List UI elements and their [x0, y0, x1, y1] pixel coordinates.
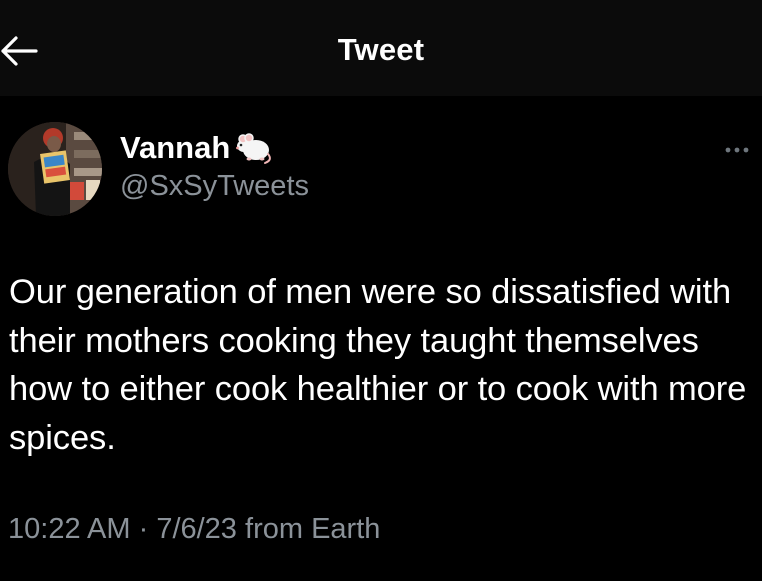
tweet-date[interactable]: 7/6/23	[156, 513, 237, 545]
more-options-button[interactable]	[718, 140, 758, 160]
author-handle[interactable]: @SxSyTweets	[120, 170, 309, 203]
page-title: Tweet	[337, 32, 425, 67]
more-horizontal-icon	[725, 147, 749, 153]
meta-separator: ·	[130, 513, 157, 545]
author-name-row: Vannah	[120, 128, 274, 168]
avatar-photo	[8, 122, 102, 216]
tweet-text: Our generation of men were so dissatisfi…	[9, 273, 747, 457]
tweet-metadata: 10:22 AM · 7/6/23 from Earth	[8, 513, 380, 546]
top-bar: Tweet	[0, 0, 762, 96]
tweet-time[interactable]: 10:22 AM	[8, 513, 131, 545]
rat-emoji-icon	[232, 130, 274, 166]
author-name[interactable]: Vannah	[120, 130, 230, 166]
tweet-source: from Earth	[236, 513, 381, 545]
avatar[interactable]	[8, 122, 102, 216]
